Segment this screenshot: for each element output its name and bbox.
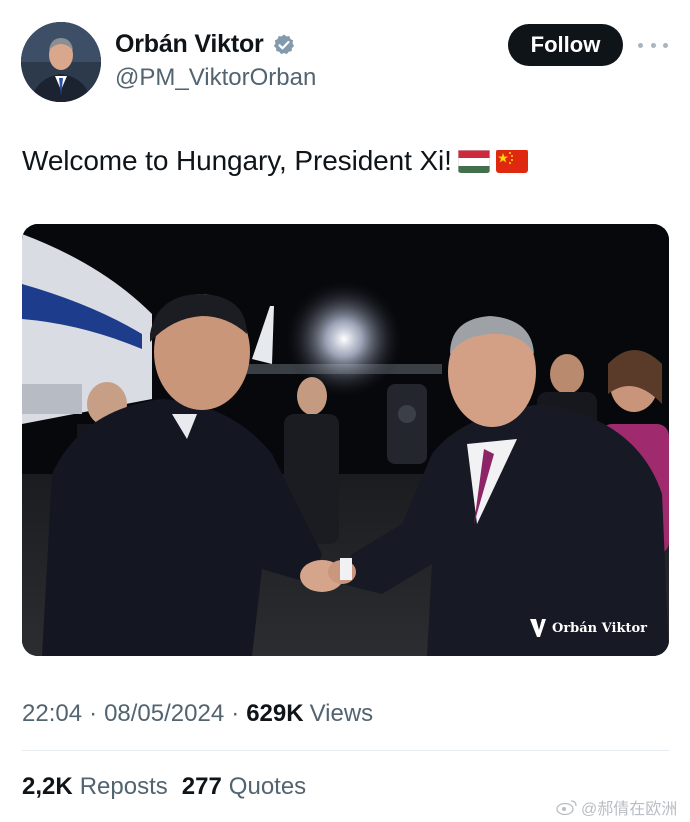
china-flag-icon	[495, 149, 528, 173]
tweet-text-content: Welcome to Hungary, President Xi!	[22, 145, 452, 176]
quotes-label: Quotes	[228, 773, 307, 800]
hungary-flag-icon	[457, 149, 490, 173]
views-label: Views	[309, 700, 374, 727]
verified-badge-icon[interactable]	[272, 33, 296, 57]
reposts-label: Reposts	[79, 773, 168, 800]
meta-separator: ·	[89, 700, 98, 727]
image-watermark-text: @郝倩在欧洲	[581, 801, 678, 818]
reposts-stat[interactable]: 2,2K Reposts	[22, 773, 168, 801]
tweet-stats: 2,2K Reposts 277 Quotes	[22, 773, 320, 801]
author-handle[interactable]: @PM_ViktorOrban	[115, 64, 316, 92]
photo-watermark-v-icon	[530, 619, 546, 637]
photo-watermark-text: Orbán Viktor	[552, 620, 647, 636]
author-avatar[interactable]	[21, 22, 101, 102]
quotes-stat[interactable]: 277 Quotes	[182, 773, 306, 801]
image-watermark: @郝倩在欧洲	[556, 795, 677, 819]
views-count: 629K	[246, 700, 304, 727]
tweet-date[interactable]: 08/05/2024	[104, 700, 224, 728]
tweet-meta: 22:04 · 08/05/2024 · 629K Views	[22, 700, 373, 728]
weibo-logo-icon	[556, 800, 577, 815]
follow-button[interactable]: Follow	[508, 24, 623, 66]
tweet-photo[interactable]: Orbán Viktor	[22, 224, 669, 656]
divider	[22, 750, 669, 751]
photo-watermark: Orbán Viktor	[529, 618, 647, 638]
author-name-row: Orbán Viktor	[115, 30, 296, 59]
meta-separator: ·	[231, 700, 240, 727]
quotes-count: 277	[181, 773, 222, 800]
more-options-icon[interactable]	[638, 33, 668, 57]
author-display-name[interactable]: Orbán Viktor	[115, 30, 264, 59]
tweet-time[interactable]: 22:04	[22, 700, 82, 728]
tweet-text: Welcome to Hungary, President Xi!	[22, 145, 528, 177]
reposts-count: 2,2K	[22, 773, 73, 800]
